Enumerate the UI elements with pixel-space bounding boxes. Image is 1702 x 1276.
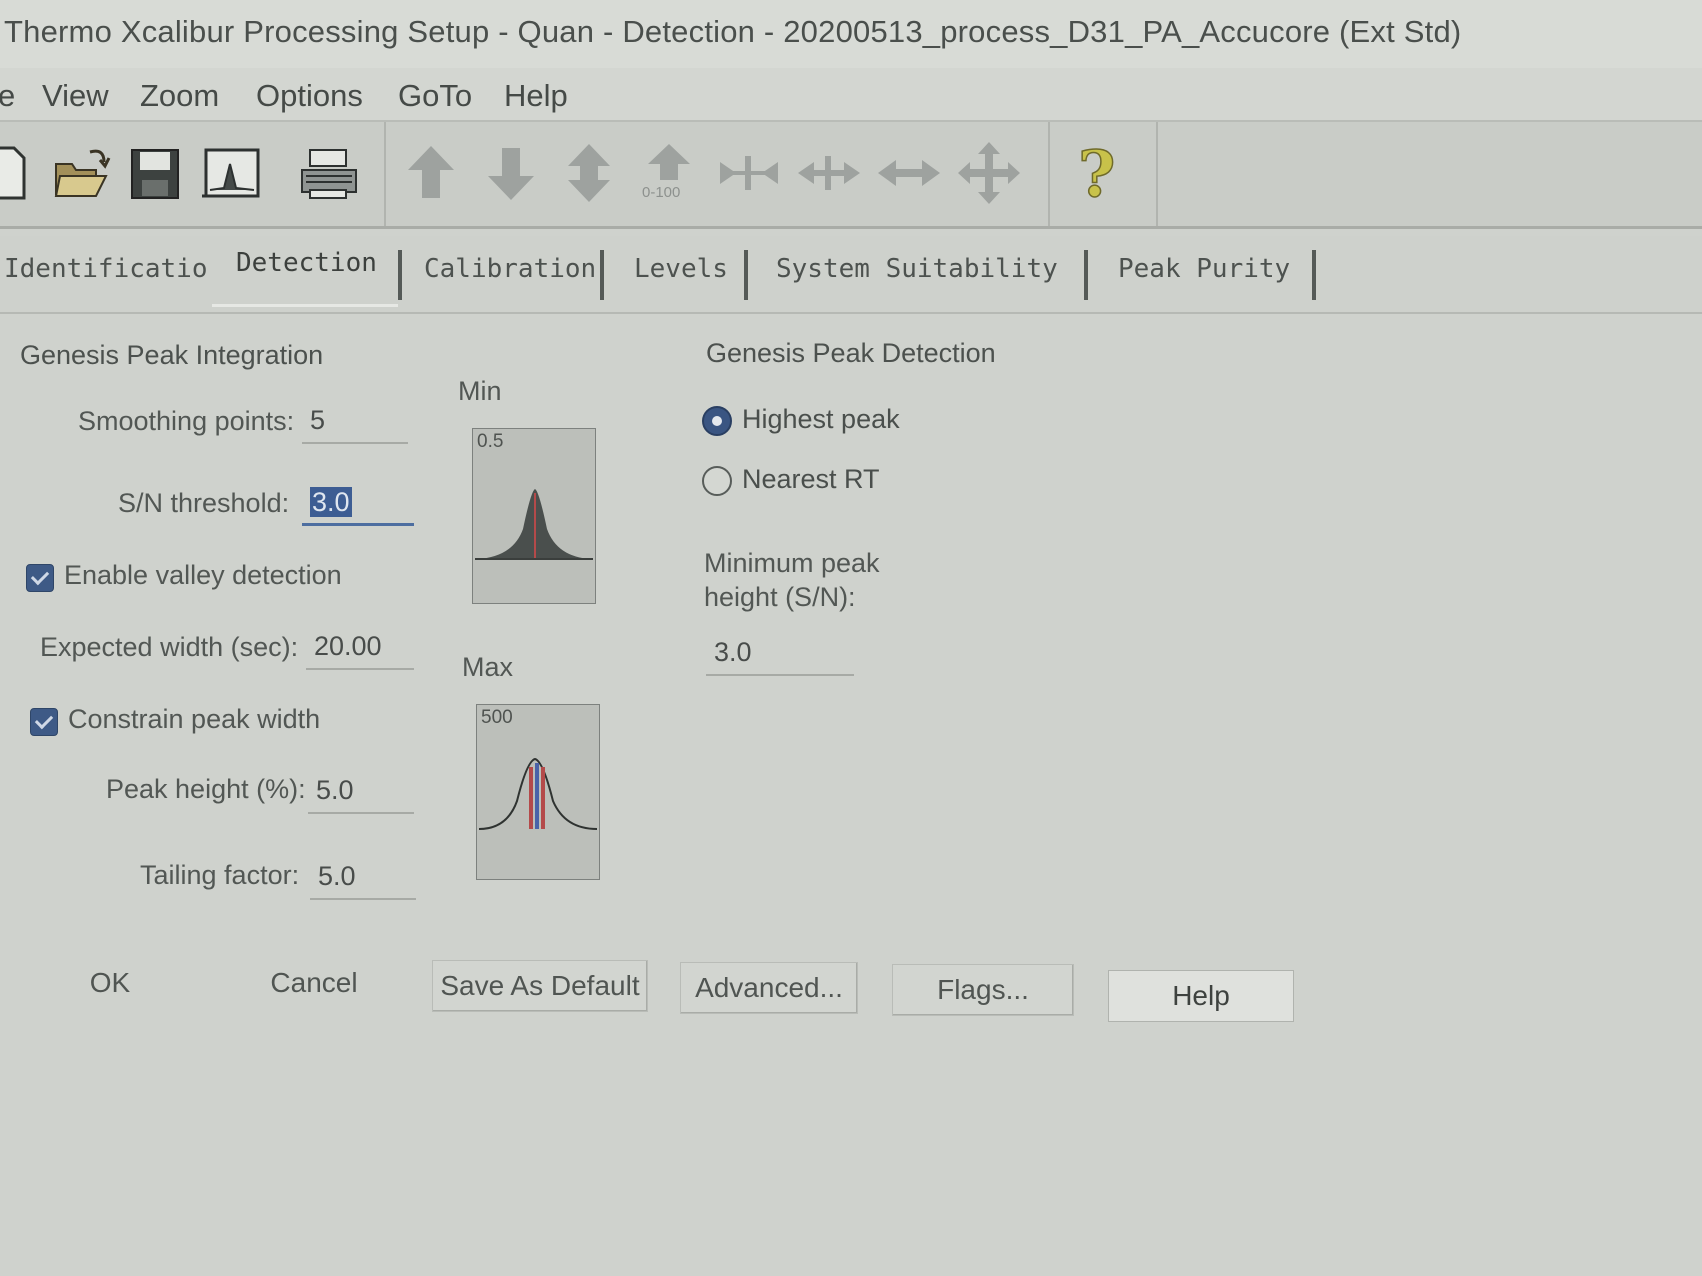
active-tab-indicator — [212, 304, 398, 307]
menu-bar: e View Zoom Options GoTo Help — [0, 68, 1702, 122]
normalize-icon[interactable]: 0-100 — [636, 140, 702, 206]
peak-height-input[interactable]: 5.0 — [308, 770, 414, 814]
sn-threshold-value: 3.0 — [310, 487, 352, 517]
tab-divider — [600, 250, 604, 300]
sn-threshold-label: S/N threshold: — [118, 488, 290, 518]
zoom-out-horizontal-icon[interactable] — [796, 140, 862, 206]
nearest-rt-label: Nearest RT — [742, 464, 880, 494]
arrow-down-icon[interactable] — [478, 140, 544, 206]
help-icon[interactable]: ? — [1064, 136, 1130, 213]
peak-height-label: Peak height (%): — [106, 774, 306, 804]
max-preview-label: Max — [462, 652, 514, 682]
print-icon[interactable] — [296, 140, 362, 206]
menu-zoom[interactable]: Zoom — [140, 78, 219, 114]
highest-peak-label: Highest peak — [742, 404, 900, 434]
valley-detection-label: Enable valley detection — [64, 560, 342, 590]
save-icon[interactable] — [124, 140, 190, 206]
tab-system-suitability[interactable]: System Suitability — [776, 254, 1058, 284]
menu-view[interactable]: View — [42, 78, 109, 114]
toolbar-separator — [1048, 122, 1050, 226]
new-file-icon[interactable] — [0, 140, 40, 206]
tab-divider — [1084, 250, 1088, 300]
tab-divider — [398, 250, 402, 300]
min-peak-preview: 0.5 — [472, 428, 596, 604]
tab-peak-purity[interactable]: Peak Purity — [1118, 254, 1290, 284]
min-preview-label: Min — [458, 376, 502, 406]
flags-button[interactable]: Flags... — [892, 964, 1074, 1016]
chromatogram-icon[interactable] — [198, 140, 264, 206]
window-title: Thermo Xcalibur Processing Setup - Quan … — [4, 14, 1462, 49]
tailing-factor-input[interactable]: 5.0 — [310, 856, 416, 900]
tab-bar: Identificatio Detection Calibration Leve… — [0, 236, 1702, 314]
menu-options[interactable]: Options — [256, 78, 363, 114]
valley-detection-checkbox[interactable] — [26, 564, 54, 592]
min-peak-height-label-line1: Minimum peak — [704, 548, 880, 578]
menu-goto[interactable]: GoTo — [398, 78, 472, 114]
expected-width-input[interactable]: 20.00 — [306, 626, 414, 670]
toolbar: 0-100 ? — [0, 122, 1702, 229]
open-folder-icon[interactable] — [50, 140, 116, 206]
toolbar-separator — [384, 122, 386, 226]
title-bar: Thermo Xcalibur Processing Setup - Quan … — [0, 0, 1702, 69]
tab-divider — [1312, 250, 1316, 300]
min-peak-height-label-line2: height (S/N): — [704, 582, 856, 612]
help-button[interactable]: Help — [1108, 970, 1294, 1022]
zoom-in-horizontal-icon[interactable] — [716, 140, 782, 206]
svg-text:?: ? — [1078, 140, 1116, 206]
sn-threshold-input[interactable]: 3.0 — [302, 482, 414, 526]
nearest-rt-radio[interactable] — [702, 466, 732, 496]
max-peak-preview: 500 — [476, 704, 600, 880]
min-peak-height-input[interactable]: 3.0 — [706, 632, 854, 676]
tailing-factor-label: Tailing factor: — [140, 860, 300, 890]
tab-levels[interactable]: Levels — [634, 254, 728, 284]
ok-button[interactable]: OK — [60, 958, 160, 1010]
arrow-up-icon[interactable] — [398, 140, 464, 206]
tab-calibration[interactable]: Calibration — [424, 254, 596, 284]
constrain-peak-width-checkbox[interactable] — [30, 708, 58, 736]
detection-section-title: Genesis Peak Detection — [706, 338, 996, 368]
smoothing-points-input[interactable]: 5 — [302, 400, 408, 444]
move-icon[interactable] — [956, 140, 1022, 206]
expected-width-label: Expected width (sec): — [40, 632, 299, 662]
advanced-button[interactable]: Advanced... — [680, 962, 858, 1014]
cancel-button[interactable]: Cancel — [254, 958, 374, 1010]
normalize-label: 0-100 — [642, 184, 681, 201]
stretch-horizontal-icon[interactable] — [876, 140, 942, 206]
tab-identification[interactable]: Identificatio — [4, 254, 208, 284]
highest-peak-radio[interactable] — [702, 406, 732, 436]
menu-help[interactable]: Help — [504, 78, 568, 114]
integration-section-title: Genesis Peak Integration — [20, 340, 324, 370]
toolbar-separator — [1156, 122, 1158, 226]
arrow-updown-icon[interactable] — [556, 140, 622, 206]
save-as-default-button[interactable]: Save As Default — [432, 960, 648, 1012]
smoothing-points-label: Smoothing points: — [78, 406, 295, 436]
tab-divider — [744, 250, 748, 300]
tab-detection[interactable]: Detection — [236, 248, 377, 278]
constrain-peak-width-label: Constrain peak width — [68, 704, 321, 734]
menu-file[interactable]: e — [0, 78, 15, 114]
